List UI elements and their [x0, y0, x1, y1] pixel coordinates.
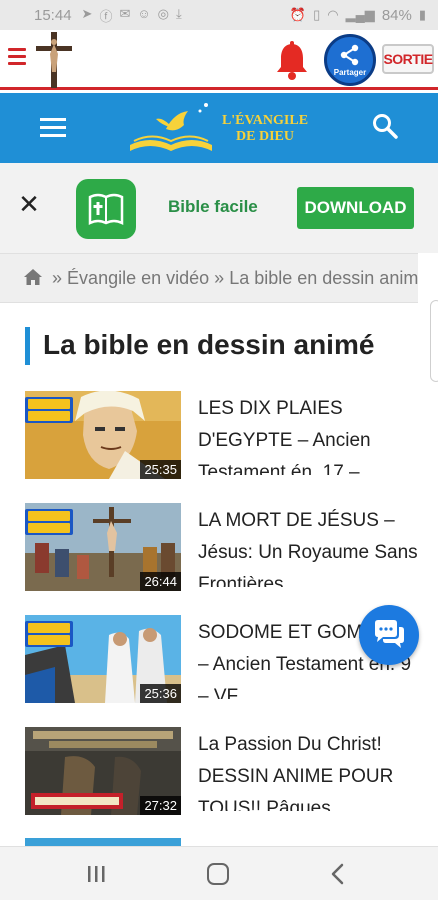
menu-icon[interactable]	[40, 118, 66, 138]
channel-logo	[25, 397, 73, 423]
exit-label: SORTIE	[383, 51, 433, 67]
channel-logo	[25, 621, 73, 647]
chat-bubbles-icon	[375, 620, 404, 648]
next-video-thumbnail-partial[interactable]	[25, 838, 181, 846]
signal-icon: ▂▄▆	[345, 7, 375, 22]
red-menu-icon[interactable]	[8, 48, 26, 66]
crucifix-logo-icon	[36, 32, 72, 88]
battery-icon: ▮	[418, 7, 426, 22]
video-title[interactable]: LES DIX PLAIES D'EGYPTE – Ancien Testame…	[198, 393, 418, 475]
video-item[interactable]: 26:44 LA MORT DE JÉSUS – Jésus: Un Royau…	[0, 503, 438, 599]
page-title: La bible en dessin animé	[43, 329, 375, 360]
app-ad-banner: ✕ Bible facile DOWNLOAD	[0, 163, 438, 253]
bible-app-icon[interactable]	[76, 179, 136, 239]
breadcrumb: » Évangile en vidéo » La bible en dessin…	[0, 253, 418, 303]
share-label: Partager	[333, 67, 367, 77]
status-time: 15:44	[34, 6, 72, 24]
site-header: L'ÉVANGILE DE DIEU	[0, 93, 438, 163]
scroll-indicator[interactable]	[430, 300, 438, 382]
battery-percent: 84%	[381, 6, 412, 24]
video-duration: 26:44	[140, 572, 181, 591]
search-icon[interactable]	[372, 113, 398, 139]
facebook-icon: ⓕ	[99, 8, 113, 24]
home-button-icon[interactable]	[207, 863, 229, 885]
home-icon[interactable]	[23, 268, 43, 286]
video-item[interactable]: 27:32 La Passion Du Christ! DESSIN ANIME…	[0, 727, 438, 823]
logo-line-2: DE DIEU	[236, 129, 294, 144]
video-thumbnail[interactable]: 26:44	[25, 503, 181, 591]
bible-book-icon	[88, 193, 124, 226]
video-duration: 25:35	[140, 460, 181, 479]
telegram-icon: ➤	[81, 5, 93, 21]
wifi-icon: ◠	[327, 7, 339, 22]
video-item[interactable]: 25:35 LES DIX PLAIES D'EGYPTE – Ancien T…	[0, 391, 438, 487]
title-accent-bar	[25, 327, 30, 365]
system-icons: ⏰ ▯ ◠ ▂▄▆ 84% ▮	[290, 7, 426, 24]
video-duration: 27:32	[140, 796, 181, 815]
chat-button[interactable]	[359, 605, 419, 665]
alarm-icon: ⏰	[289, 7, 307, 22]
logo-line-1: L'ÉVANGILE	[221, 113, 309, 128]
video-duration: 25:36	[140, 684, 181, 703]
channel-logo	[25, 509, 73, 535]
site-logo[interactable]: L'ÉVANGILE DE DIEU	[126, 99, 316, 157]
vibrate-icon: ▯	[313, 7, 321, 22]
breadcrumb-separator: »	[52, 268, 63, 288]
breadcrumb-item-current: La bible en dessin animé	[229, 268, 418, 288]
wechat-icon: ☺	[137, 5, 151, 21]
recent-apps-icon[interactable]	[86, 865, 106, 883]
notification-bell-icon[interactable]	[274, 40, 310, 80]
share-button[interactable]: Partager	[324, 34, 376, 86]
breadcrumb-item-videos[interactable]: Évangile en vidéo	[67, 268, 209, 288]
android-nav-bar	[0, 846, 438, 900]
download-icon: ⤓	[176, 5, 182, 21]
app-name: Bible facile	[168, 197, 258, 216]
dove-bible-logo-icon	[130, 103, 212, 151]
status-bar: 15:44 ➤ ⓕ ✉ ☺ ◎ ⤓ ⏰ ▯ ◠ ▂▄▆ 84% ▮	[0, 0, 438, 30]
logo-text: L'ÉVANGILE DE DIEU	[210, 113, 320, 145]
notification-icons: ➤ ⓕ ✉ ☺ ◎ ⤓	[82, 6, 182, 25]
messenger-icon: ✉	[119, 5, 131, 21]
video-thumbnail[interactable]: 25:35	[25, 391, 181, 479]
video-thumbnail[interactable]: 27:32	[25, 727, 181, 815]
video-title[interactable]: LA MORT DE JÉSUS – Jésus: Un Royaume San…	[198, 505, 418, 587]
video-title[interactable]: La Passion Du Christ! DESSIN ANIME POUR …	[198, 729, 418, 811]
breadcrumb-separator: »	[214, 268, 225, 288]
top-toolbar: Partager SORTIE	[0, 30, 438, 90]
back-icon[interactable]	[330, 863, 346, 885]
share-icon	[340, 44, 359, 65]
video-thumbnail[interactable]: 25:36	[25, 615, 181, 703]
exit-button[interactable]: SORTIE	[382, 44, 434, 74]
instagram-icon: ◎	[157, 5, 169, 21]
close-icon[interactable]: ✕	[16, 189, 42, 219]
download-button[interactable]: DOWNLOAD	[297, 187, 414, 229]
